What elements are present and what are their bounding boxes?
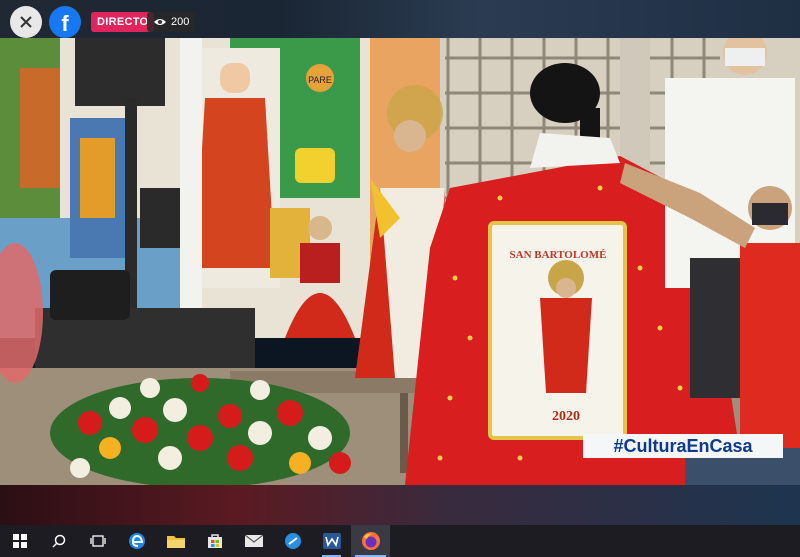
folder-icon bbox=[166, 536, 185, 548]
taskbar-firefox[interactable] bbox=[351, 525, 390, 557]
search-button[interactable] bbox=[39, 525, 78, 557]
app-icon bbox=[284, 533, 301, 549]
edge-icon bbox=[128, 533, 145, 549]
taskbar-file-explorer[interactable] bbox=[156, 525, 195, 557]
taskbar-app[interactable] bbox=[273, 525, 312, 557]
firefox-icon bbox=[361, 532, 380, 550]
task-view-button[interactable] bbox=[78, 525, 117, 557]
mail-icon bbox=[244, 534, 263, 547]
store-icon bbox=[207, 534, 222, 548]
taskbar-word[interactable] bbox=[312, 525, 351, 557]
live-label: DIRECTO bbox=[97, 16, 149, 28]
taskbar bbox=[0, 525, 800, 557]
video-player[interactable]: PARE SAN BARTOLOMÉ 2020 bbox=[0, 38, 800, 485]
taskbar-mail[interactable] bbox=[234, 525, 273, 557]
taskbar-store[interactable] bbox=[195, 525, 234, 557]
banner-title: SAN BARTOLOMÉ bbox=[510, 249, 607, 261]
viewer-count-badge: 200 bbox=[147, 12, 196, 32]
close-button[interactable] bbox=[10, 6, 42, 38]
task-view-icon bbox=[89, 535, 106, 547]
taskbar-edge[interactable] bbox=[117, 525, 156, 557]
start-button[interactable] bbox=[0, 525, 39, 557]
bottom-band bbox=[0, 485, 800, 525]
mural-sign-text: PARE bbox=[308, 75, 332, 85]
banner-year: 2020 bbox=[552, 409, 580, 424]
word-icon bbox=[322, 533, 341, 549]
facebook-icon[interactable]: f bbox=[49, 6, 81, 38]
video-frame: PARE SAN BARTOLOMÉ 2020 bbox=[0, 38, 800, 485]
close-icon bbox=[20, 16, 32, 28]
search-icon bbox=[51, 534, 65, 548]
facebook-glyph: f bbox=[61, 11, 69, 36]
hashtag-banner: #CulturaEnCasa bbox=[583, 434, 783, 458]
live-badge: DIRECTO bbox=[91, 12, 155, 32]
viewer-count: 200 bbox=[171, 16, 190, 28]
hashtag-text: #CulturaEnCasa bbox=[613, 435, 753, 456]
windows-icon bbox=[12, 534, 27, 548]
eye-icon bbox=[154, 19, 166, 25]
